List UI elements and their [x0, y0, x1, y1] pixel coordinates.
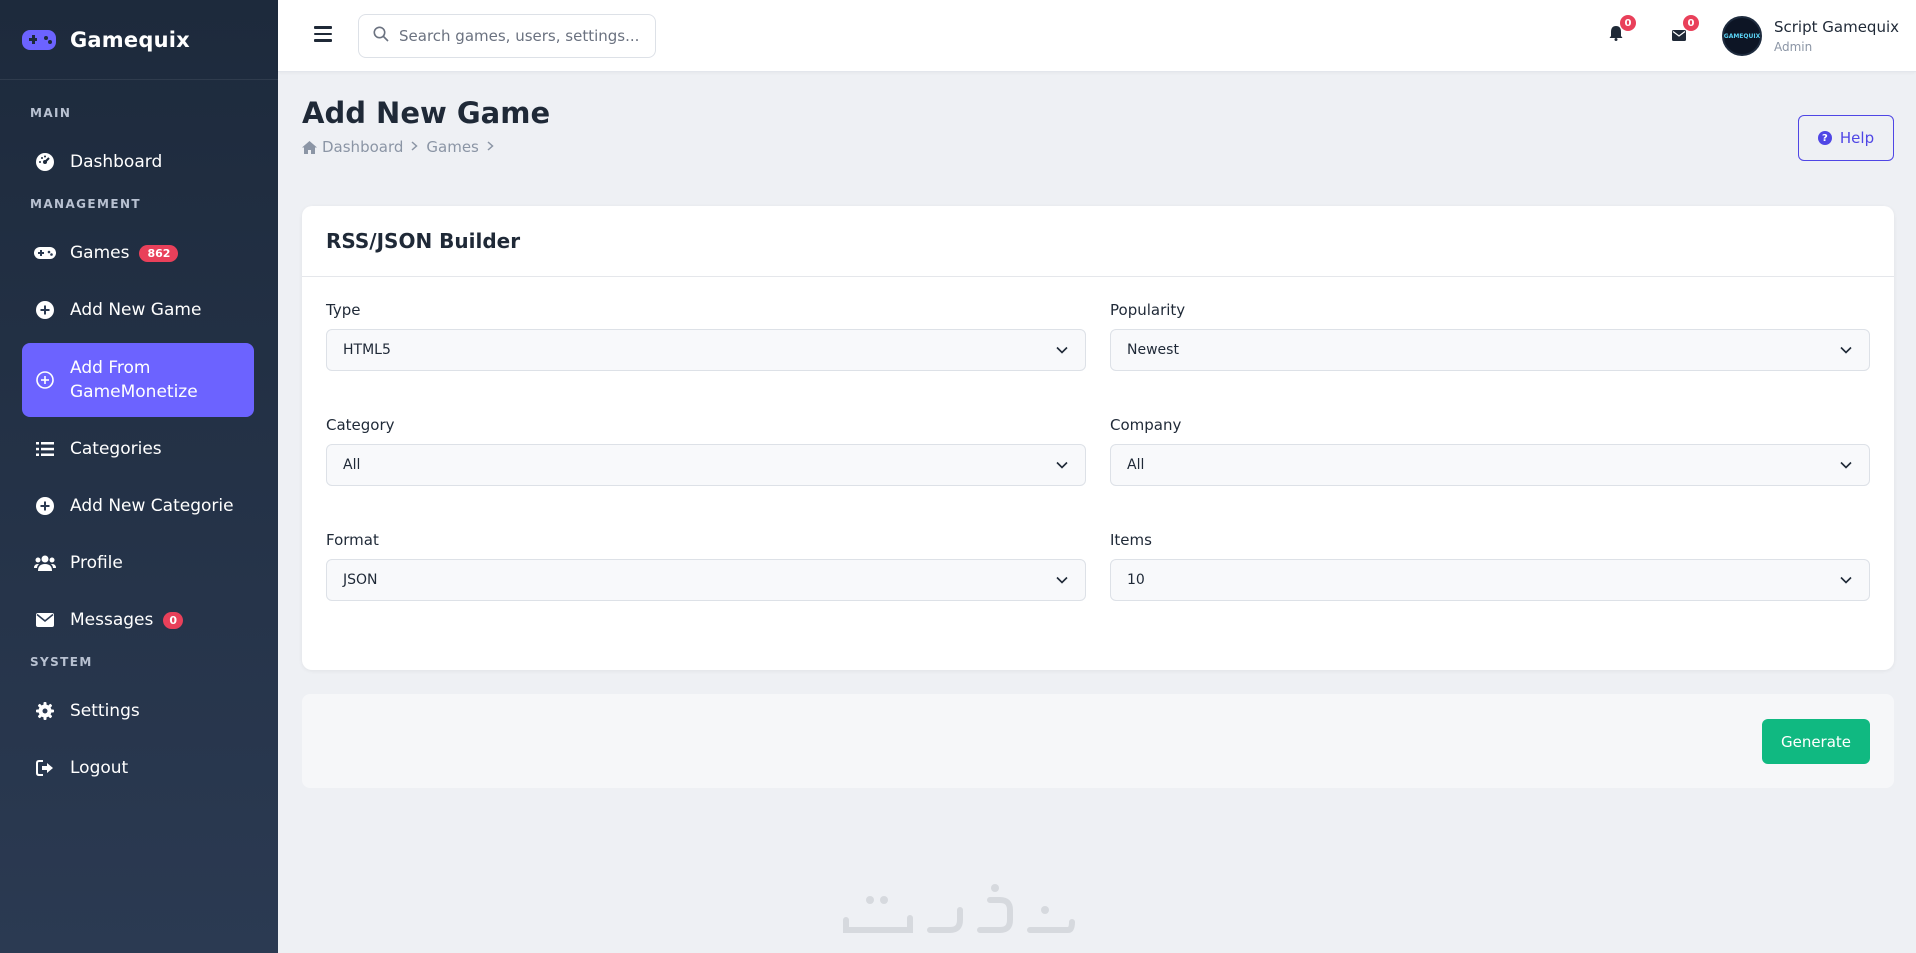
- sidebar-item-add-from-gamemonetize[interactable]: Add From GameMonetize: [22, 343, 254, 417]
- chevron-right-icon: [487, 140, 494, 155]
- chevron-down-icon: [1056, 576, 1068, 584]
- breadcrumb-games-link[interactable]: Games: [426, 138, 478, 156]
- company-select-value: All: [1127, 457, 1145, 473]
- logout-icon: [34, 757, 56, 779]
- sidebar-item-logout[interactable]: Logout: [22, 745, 254, 791]
- sidebar-item-label: Messages: [70, 610, 154, 630]
- company-label: Company: [1110, 416, 1182, 434]
- gear-icon: [34, 700, 56, 722]
- chevron-down-icon: [1840, 346, 1852, 354]
- chevron-right-icon: [411, 140, 419, 155]
- brand[interactable]: Gamequix: [0, 0, 278, 80]
- sidebar-item-settings[interactable]: Settings: [22, 688, 254, 734]
- notifications-button[interactable]: 0: [1606, 15, 1636, 45]
- help-label: Help: [1839, 129, 1875, 147]
- format-label: Format: [326, 531, 379, 549]
- notifications-count-badge: 0: [1620, 15, 1636, 31]
- section-label-main: MAIN: [30, 106, 72, 120]
- type-select-value: HTML5: [343, 342, 391, 358]
- rss-json-builder-card: RSS/JSON Builder Type HTML5 Popularity N…: [302, 206, 1894, 670]
- messages-button[interactable]: 0: [1669, 15, 1699, 45]
- type-select[interactable]: HTML5: [326, 329, 1086, 371]
- sidebar: Gamequix MAIN Dashboard MANAGEMENT Games…: [0, 0, 278, 953]
- page-title: Add New Game: [302, 96, 551, 130]
- type-label: Type: [326, 301, 361, 319]
- breadcrumb: Dashboard Games: [302, 138, 502, 156]
- messages-count-badge: 0: [1683, 15, 1699, 31]
- items-label: Items: [1110, 531, 1152, 549]
- envelope-icon: [34, 609, 56, 631]
- sidebar-item-label: Add From GameMonetize: [70, 358, 198, 402]
- generate-button[interactable]: Generate: [1762, 719, 1870, 764]
- watermark-logo: [843, 884, 1075, 933]
- envelope-icon: [1672, 26, 1686, 45]
- gamepad-icon: [34, 242, 56, 264]
- hamburger-menu-icon[interactable]: [314, 26, 332, 42]
- gamepad-logo-icon: [22, 29, 56, 50]
- topbar: 0 0 GAMEQUIX Script Gamequix Admin: [278, 0, 1916, 72]
- sidebar-item-label: Categories: [70, 439, 162, 459]
- brand-name: Gamequix: [70, 27, 190, 52]
- breadcrumb-dashboard-link[interactable]: Dashboard: [322, 138, 403, 156]
- avatar-logo: GAMEQUIX: [1723, 32, 1761, 40]
- chevron-down-icon: [1840, 461, 1852, 469]
- plus-circle-icon: [34, 495, 56, 517]
- user-name[interactable]: Script Gamequix: [1774, 18, 1899, 36]
- popularity-select[interactable]: Newest: [1110, 329, 1870, 371]
- sidebar-item-games[interactable]: Games 862: [22, 230, 254, 276]
- games-count-badge: 862: [139, 244, 179, 262]
- company-select[interactable]: All: [1110, 444, 1870, 486]
- sidebar-item-label: Logout: [70, 758, 129, 778]
- dashboard-icon: [34, 151, 56, 173]
- sidebar-item-messages[interactable]: Messages 0: [22, 597, 254, 643]
- items-select-value: 10: [1127, 572, 1145, 588]
- sidebar-item-categories[interactable]: Categories: [22, 426, 254, 472]
- section-label-system: SYSTEM: [30, 655, 93, 669]
- sidebar-item-label: Dashboard: [70, 152, 163, 172]
- sidebar-item-label: Settings: [70, 701, 140, 721]
- chevron-down-icon: [1056, 346, 1068, 354]
- card-title: RSS/JSON Builder: [302, 206, 1894, 277]
- category-select[interactable]: All: [326, 444, 1086, 486]
- sidebar-item-label: Add New Categorie: [70, 496, 234, 516]
- category-select-value: All: [343, 457, 361, 473]
- sidebar-item-label: Add New Game: [70, 300, 202, 320]
- user-role: Admin: [1774, 40, 1813, 54]
- help-button[interactable]: ? Help: [1798, 115, 1894, 161]
- chevron-down-icon: [1840, 576, 1852, 584]
- form-actions-bar: [302, 694, 1894, 788]
- items-select[interactable]: 10: [1110, 559, 1870, 601]
- popularity-label: Popularity: [1110, 301, 1186, 319]
- sidebar-item-label: Profile: [70, 553, 123, 573]
- sidebar-item-add-new-game[interactable]: Add New Game: [22, 287, 254, 333]
- list-icon: [34, 438, 56, 460]
- sidebar-item-label: Games: [70, 243, 130, 263]
- question-circle-icon: ?: [1817, 131, 1832, 145]
- popularity-select-value: Newest: [1127, 342, 1179, 358]
- plus-circle-icon: [34, 369, 56, 391]
- user-avatar[interactable]: GAMEQUIX: [1722, 16, 1762, 56]
- home-icon: [302, 140, 317, 154]
- sidebar-item-dashboard[interactable]: Dashboard: [22, 139, 254, 185]
- sidebar-item-add-new-categorie[interactable]: Add New Categorie: [22, 483, 254, 529]
- plus-circle-icon: [34, 299, 56, 321]
- users-icon: [34, 552, 56, 574]
- sidebar-item-profile[interactable]: Profile: [22, 540, 254, 586]
- section-label-management: MANAGEMENT: [30, 197, 141, 211]
- format-select-value: JSON: [343, 572, 378, 588]
- search-input[interactable]: [399, 27, 639, 45]
- search-icon: [373, 26, 389, 46]
- search-box[interactable]: [358, 14, 656, 58]
- messages-count-badge: 0: [163, 611, 184, 629]
- category-label: Category: [326, 416, 395, 434]
- format-select[interactable]: JSON: [326, 559, 1086, 601]
- chevron-down-icon: [1056, 461, 1068, 469]
